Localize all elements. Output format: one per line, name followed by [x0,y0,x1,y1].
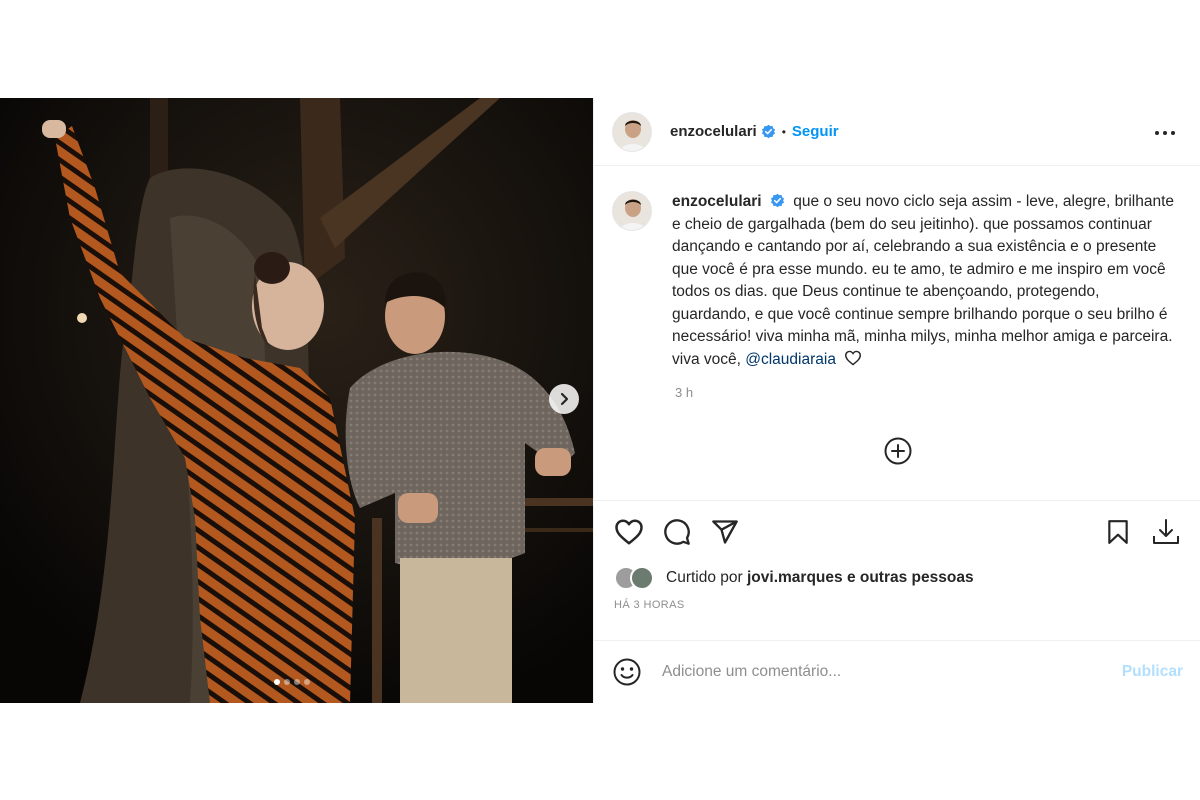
mention-link[interactable]: @claudiaraia [745,351,836,368]
comment-input[interactable] [662,663,1112,681]
carousel-dot [284,679,290,685]
carousel-dot [294,679,300,685]
separator-dot: • [781,124,786,139]
avatar[interactable] [612,111,652,152]
caption-text: enzocelulari que o seu novo ciclo seja a… [672,191,1182,371]
paper-plane-icon [712,520,738,544]
post-sidebar: enzocelulari • Seguir enzocelulari que o… [593,98,1200,703]
liker-username[interactable]: jovi.marques [747,569,843,587]
caption-body: que o seu novo ciclo seja assim - leve, … [672,193,1175,368]
avatar[interactable] [612,191,652,231]
chevron-right-icon [560,392,569,406]
likers-avatars [614,566,660,590]
likes-others[interactable]: e outras pessoas [847,569,974,587]
comment-button[interactable] [660,515,694,549]
liker-avatar[interactable] [630,566,654,590]
publish-button[interactable]: Publicar [1122,663,1183,681]
more-options-button[interactable] [1150,118,1180,148]
avatar-image [613,192,651,230]
bookmark-icon [1108,520,1128,544]
likes-summary: Curtido por jovi.marques e outras pessoa… [594,563,1200,593]
actions-area: Curtido por jovi.marques e outras pessoa… [594,500,1200,611]
heart-icon[interactable] [844,350,862,366]
save-button[interactable] [1101,515,1135,549]
verified-badge-icon [770,193,784,208]
post-header: enzocelulari • Seguir [594,98,1200,166]
caption-username[interactable]: enzocelulari [672,193,762,210]
plus-circle-icon[interactable] [883,436,913,466]
post-media [0,98,593,703]
likes-prefix: Curtido por [666,569,743,586]
action-bar [594,501,1200,563]
like-button[interactable] [612,515,646,549]
carousel-next-button[interactable] [549,384,579,414]
comment-bar: Publicar [594,640,1200,703]
caption: enzocelulari que o seu novo ciclo seja a… [612,191,1183,371]
caption-area: enzocelulari que o seu novo ciclo seja a… [594,167,1200,500]
heart-icon [615,519,643,545]
carousel-dot [304,679,310,685]
post-photo [0,98,593,703]
follow-button[interactable]: Seguir [792,123,839,140]
download-icon [1153,519,1179,544]
instagram-post: enzocelulari • Seguir enzocelulari que o… [0,98,1200,703]
download-button[interactable] [1149,515,1183,549]
avatar-image [613,112,651,151]
verified-badge-icon [761,124,775,139]
post-timestamp: HÁ 3 HORAS [614,599,685,611]
caption-time: 3 h [675,385,694,400]
share-button[interactable] [708,515,742,549]
more-options-icon [1155,131,1175,135]
comment-icon [664,519,690,545]
username-link[interactable]: enzocelulari [670,123,757,140]
emoji-icon[interactable] [612,657,642,687]
carousel-indicator [274,679,310,685]
carousel-dot [274,679,280,685]
